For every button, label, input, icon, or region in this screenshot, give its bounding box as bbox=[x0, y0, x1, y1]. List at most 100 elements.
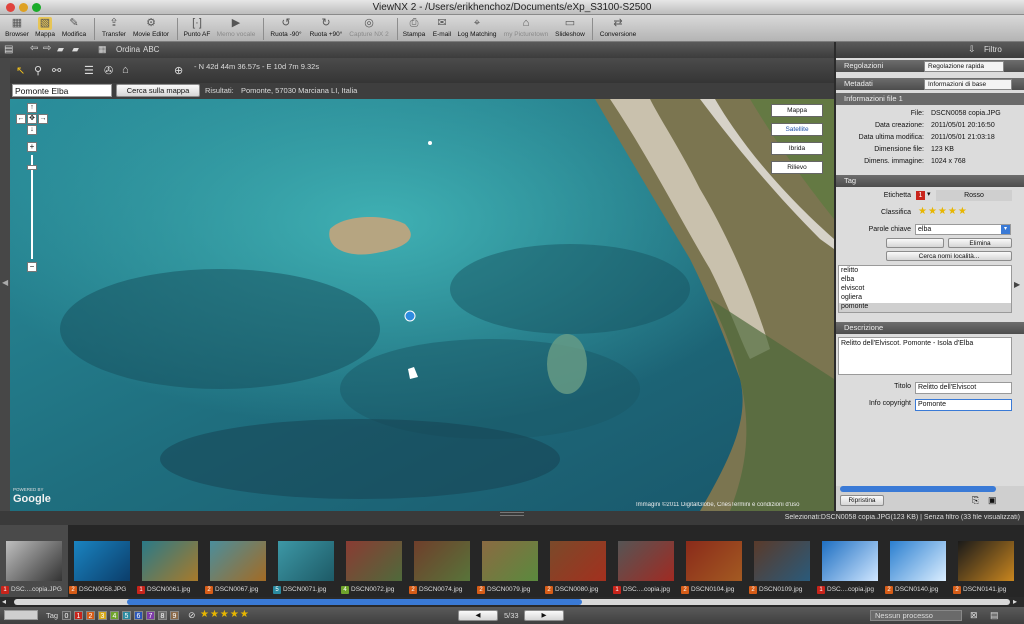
filmstrip-thumbnail[interactable]: 2 DSCN0141.jpg bbox=[952, 525, 1020, 597]
crosshair-icon[interactable]: ⊕ bbox=[174, 64, 183, 77]
delete-keyword-button[interactable]: Elimina bbox=[948, 238, 1012, 248]
previous-page-button[interactable]: ◀ bbox=[458, 610, 498, 621]
zoom-slider-track[interactable] bbox=[31, 155, 33, 259]
pointer-tool-icon[interactable]: ↖ bbox=[16, 64, 25, 77]
thumbnail-image[interactable] bbox=[278, 541, 334, 581]
terms-link[interactable]: Termini e condizioni d'uso bbox=[731, 502, 831, 508]
filmstrip-thumbnail[interactable]: 4 DSCN0072.jpg bbox=[340, 525, 408, 597]
toolbar-conversion-button[interactable]: ⇄ Conversione bbox=[596, 15, 640, 42]
rating-filter-stars[interactable]: ★★★★★ bbox=[200, 609, 250, 620]
toolbar-transfer-button[interactable]: ⇪ Transfer bbox=[98, 15, 130, 42]
tag-filter-4[interactable]: 4 bbox=[110, 611, 119, 620]
pan-left-icon[interactable]: ← bbox=[16, 114, 26, 124]
metadata-view-dropdown[interactable]: Informazioni di base bbox=[924, 79, 1012, 90]
thumbnail-image[interactable] bbox=[346, 541, 402, 581]
rating-stars[interactable]: ★★★★★ bbox=[918, 206, 968, 217]
filmstrip-thumbnail[interactable]: 5 DSCN0071.jpg bbox=[272, 525, 340, 597]
pan-center-icon[interactable]: ✥ bbox=[27, 114, 37, 124]
keyword-item[interactable]: relitto bbox=[841, 267, 858, 274]
filmstrip-thumbnail[interactable]: 2 DSCN0074.jpg bbox=[408, 525, 476, 597]
folder-up-icon[interactable]: ▰ bbox=[72, 44, 79, 55]
back-arrow-icon[interactable]: ⇦ bbox=[30, 43, 38, 54]
pan-up-icon[interactable]: ↑ bbox=[27, 103, 37, 113]
keyword-input[interactable]: elba bbox=[915, 224, 1011, 235]
tag-filter-6[interactable]: 6 bbox=[134, 611, 143, 620]
description-textarea[interactable]: Relitto dell'Elviscot. Pomonte - Isola d… bbox=[838, 337, 1012, 375]
toolbar-voice-memo-button[interactable]: ▶ Memo vocale bbox=[214, 15, 258, 42]
filmstrip-thumbnail[interactable]: 1 DSCN0061.jpg bbox=[136, 525, 204, 597]
panel-scrollbar[interactable] bbox=[840, 486, 996, 492]
tag-filter-1[interactable]: 1 bbox=[74, 611, 83, 620]
reset-button[interactable]: Ripristina bbox=[840, 495, 884, 506]
wrench-tool-icon[interactable]: ✇ bbox=[104, 64, 113, 77]
search-place-names-button[interactable]: Cerca nomi località... bbox=[886, 251, 1012, 261]
satellite-map[interactable]: ↑ ← ✥ → ↓ + − Mappa Satellite Ibrida Ril… bbox=[10, 99, 834, 511]
filmstrip-scrollbar[interactable]: ◂ ▸ bbox=[0, 597, 1024, 607]
keyword-item-selected[interactable]: pomonte bbox=[839, 303, 1011, 312]
thumbnail-image[interactable] bbox=[142, 541, 198, 581]
thumbnail-image[interactable] bbox=[754, 541, 810, 581]
location-search-input[interactable]: Pomonte Elba bbox=[12, 84, 112, 97]
filmstrip-thumbnail[interactable]: 2 DSCN0079.jpg bbox=[476, 525, 544, 597]
next-page-button[interactable]: ▶ bbox=[524, 610, 564, 621]
filmstrip-thumbnail[interactable]: 2 DSCN0080.jpg bbox=[544, 525, 612, 597]
left-collapse-strip[interactable]: ◀ bbox=[0, 58, 10, 511]
minimize-window-button[interactable] bbox=[19, 3, 28, 12]
thumbnail-image[interactable] bbox=[822, 541, 878, 581]
filmstrip-thumbnail[interactable]: 2 DSCN0109.jpg bbox=[748, 525, 816, 597]
expand-right-icon[interactable]: ▶ bbox=[1014, 280, 1020, 289]
copyright-field[interactable]: Pomonte bbox=[915, 399, 1012, 411]
filmstrip-thumbnail[interactable]: 2 DSCN0140.jpg bbox=[884, 525, 952, 597]
google-logo[interactable]: Google bbox=[13, 493, 51, 505]
keyword-item[interactable]: ogliera bbox=[841, 294, 862, 301]
cancel-process-icon[interactable]: ⊠ bbox=[970, 610, 978, 621]
scroll-right-icon[interactable]: ▸ bbox=[1013, 597, 1017, 606]
filter-icon[interactable]: ⇩ bbox=[968, 44, 976, 55]
toolbar-map-button[interactable]: ▧ Mappa bbox=[32, 15, 58, 42]
thumbnail-image[interactable] bbox=[6, 541, 62, 581]
list-tool-icon[interactable]: ☰ bbox=[84, 64, 94, 77]
keyword-item[interactable]: elba bbox=[841, 276, 854, 283]
map-type-map-button[interactable]: Mappa bbox=[771, 104, 823, 117]
label-dropdown-arrow-icon[interactable]: ▾ bbox=[927, 190, 931, 198]
tag-filter-7[interactable]: 7 bbox=[146, 611, 155, 620]
zoom-out-icon[interactable]: − bbox=[27, 262, 37, 272]
filmstrip-thumbnail[interactable]: 1 DSC....copia.jpg bbox=[816, 525, 884, 597]
toolbar-rotate-left-button[interactable]: ↺ Ruota -90° bbox=[266, 15, 306, 42]
expand-left-icon[interactable]: ◀ bbox=[2, 278, 8, 287]
map-type-satellite-button[interactable]: Satellite bbox=[771, 123, 823, 136]
toolbar-movie-editor-button[interactable]: ⚙ Movie Editor bbox=[130, 15, 172, 42]
thumbnail-image[interactable] bbox=[74, 541, 130, 581]
filmstrip-thumbnail[interactable]: 2 DSCN0058.JPG bbox=[68, 525, 136, 597]
splitter-handle[interactable] bbox=[500, 512, 524, 516]
keyword-item[interactable]: elviscot bbox=[841, 285, 864, 292]
tag-filter-8[interactable]: 8 bbox=[158, 611, 167, 620]
thumbnail-image[interactable] bbox=[686, 541, 742, 581]
thumbnail-image[interactable] bbox=[414, 541, 470, 581]
keyword-list[interactable]: relitto elba elviscot ogliera pomonte bbox=[838, 265, 1012, 313]
close-window-button[interactable] bbox=[6, 3, 15, 12]
sort-value[interactable]: ABC bbox=[143, 45, 159, 54]
copy-icon[interactable]: ⎘ bbox=[972, 495, 979, 506]
file-info-header[interactable]: Informazioni file 1 bbox=[836, 93, 1024, 105]
description-header[interactable]: Descrizione bbox=[836, 322, 1024, 334]
sort-icon[interactable]: ▦ bbox=[98, 44, 107, 55]
toolbar-browser-button[interactable]: ▦ Browser bbox=[2, 15, 32, 42]
tag-filter-0[interactable]: 0 bbox=[62, 611, 71, 620]
thumbnail-image[interactable] bbox=[618, 541, 674, 581]
label-color-swatch[interactable]: 1 bbox=[916, 191, 925, 200]
tag-header[interactable]: Tag bbox=[836, 175, 1024, 187]
filmstrip-thumbnail[interactable]: 2 DSCN0104.jpg bbox=[680, 525, 748, 597]
zoom-in-icon[interactable]: + bbox=[27, 142, 37, 152]
keyword-dropdown-icon[interactable]: ▾ bbox=[1001, 225, 1010, 234]
zoom-slider-thumb[interactable] bbox=[27, 165, 37, 170]
pan-down-icon[interactable]: ↓ bbox=[27, 125, 37, 135]
tag-filter-9[interactable]: 9 bbox=[170, 611, 179, 620]
title-field[interactable]: Relitto dell'Elviscot bbox=[915, 382, 1012, 394]
tag-filter-5[interactable]: 5 bbox=[122, 611, 131, 620]
tag-filter-3[interactable]: 3 bbox=[98, 611, 107, 620]
toolbar-print-button[interactable]: ⎙ Stampa bbox=[400, 15, 428, 42]
filmstrip[interactable]: 1 DSC....copia.JPG 2 DSCN0058.JPG 1 DSCN0061.… bbox=[0, 525, 1024, 597]
pin-tool-icon[interactable]: ⚲ bbox=[34, 64, 42, 77]
results-value[interactable]: Pomonte, 57030 Marciana LI, Italia bbox=[241, 86, 357, 95]
